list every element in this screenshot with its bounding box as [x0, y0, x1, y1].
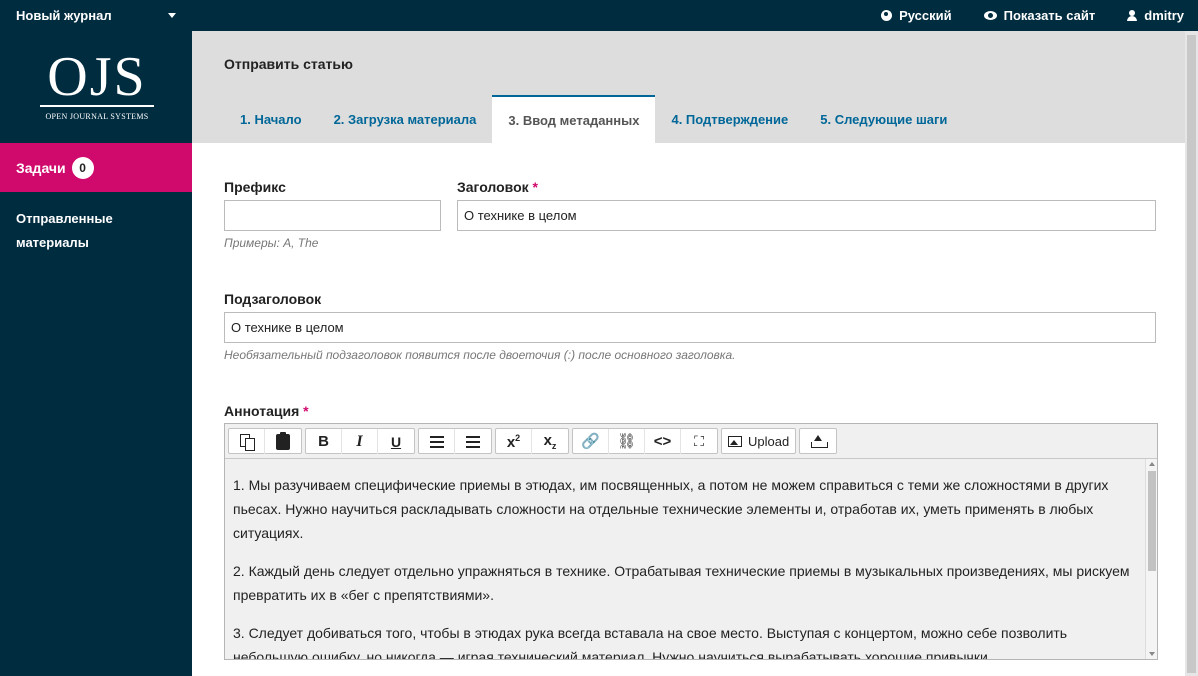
journal-name[interactable]: Новый журнал	[16, 8, 112, 23]
tab-metadata[interactable]: 3. Ввод метаданных	[492, 95, 656, 143]
underline-button[interactable]: U	[378, 429, 414, 454]
metadata-form: Префикс Примеры: A, The Заголовок * О те…	[192, 143, 1185, 676]
upload-image-button[interactable]: Upload	[722, 429, 795, 454]
subtitle-input[interactable]: О технике в целом	[224, 312, 1156, 343]
globe-icon	[881, 10, 893, 21]
user-menu[interactable]: dmitry	[1127, 8, 1184, 23]
upload-file-button[interactable]	[800, 429, 836, 454]
journal-switcher[interactable]: Новый журнал	[16, 8, 176, 23]
subscript-icon: xz	[543, 432, 557, 451]
bold-button[interactable]: B	[306, 429, 342, 454]
title-label: Заголовок	[457, 179, 529, 195]
link-button[interactable]: 🔗	[573, 429, 609, 454]
unlink-button[interactable]: ⛓	[609, 429, 645, 454]
page-scrollbar-thumb[interactable]	[1187, 35, 1196, 673]
user-icon	[1127, 10, 1138, 21]
scroll-down-icon[interactable]	[1149, 652, 1155, 656]
italic-button[interactable]: I	[342, 429, 378, 454]
editor-scrollbar-thumb[interactable]	[1148, 471, 1156, 571]
tab-start[interactable]: 1. Начало	[224, 95, 318, 143]
required-mark: *	[303, 403, 309, 419]
paste-icon	[276, 431, 290, 450]
bullet-list-button[interactable]	[419, 429, 455, 454]
copy-icon	[239, 433, 255, 451]
title-input[interactable]: О технике в целом	[457, 200, 1156, 231]
language-switcher[interactable]: Русский	[881, 8, 952, 23]
abstract-editor[interactable]: B I U x2 xz 🔗 ⛓ <> ⛶ Upload 1. Мы разучи…	[224, 423, 1158, 660]
paste-button[interactable]	[265, 429, 301, 454]
page-title: Отправить статью	[224, 56, 353, 72]
tasks-count-badge: 0	[71, 156, 94, 179]
subtitle-label: Подзаголовок	[224, 291, 322, 307]
link-icon: 🔗	[581, 433, 600, 450]
chevron-down-icon[interactable]	[168, 13, 176, 18]
tab-next-steps[interactable]: 5. Следующие шаги	[804, 95, 963, 143]
prefix-label: Префикс	[224, 179, 286, 195]
numbered-list-icon	[466, 435, 480, 448]
code-button[interactable]: <>	[645, 429, 681, 454]
editor-scrollbar[interactable]	[1145, 459, 1157, 659]
fullscreen-button[interactable]: ⛶	[681, 429, 717, 454]
upload-icon	[810, 435, 828, 448]
view-site-label[interactable]: Показать сайт	[1004, 8, 1096, 23]
tab-confirmation[interactable]: 4. Подтверждение	[655, 95, 804, 143]
required-mark: *	[532, 179, 538, 195]
superscript-icon: x2	[506, 432, 521, 451]
editor-content[interactable]: 1. Мы разучиваем специфические приемы в …	[225, 459, 1145, 659]
unlink-icon: ⛓	[616, 433, 637, 450]
abstract-label: Аннотация	[224, 403, 300, 419]
abstract-paragraph: 3. Следует добиваться того, чтобы в этюд…	[233, 625, 1068, 659]
abstract-paragraph: 2. Каждый день следует отдельно упражнят…	[233, 563, 1130, 603]
logo-subtitle: OPEN JOURNAL SYSTEMS	[45, 112, 149, 121]
abstract-label-row: Аннотация *	[224, 403, 309, 419]
fullscreen-icon: ⛶	[694, 433, 704, 449]
page-scrollbar[interactable]	[1185, 31, 1198, 676]
underline-icon: U	[390, 433, 402, 450]
numbered-list-button[interactable]	[455, 429, 491, 454]
image-icon	[728, 436, 742, 447]
italic-icon: I	[356, 432, 363, 450]
superscript-button[interactable]: x2	[496, 429, 532, 454]
tab-upload[interactable]: 2. Загрузка материала	[318, 95, 493, 143]
wizard-tabs: 1. Начало 2. Загрузка материала 3. Ввод …	[224, 95, 963, 143]
title-label-row: Заголовок *	[457, 179, 538, 195]
username[interactable]: dmitry	[1144, 8, 1184, 23]
subtitle-hint: Необязательный подзаголовок появится пос…	[224, 348, 736, 362]
eye-icon	[983, 11, 997, 20]
subscript-button[interactable]: xz	[532, 429, 568, 454]
logo-mark: OJS	[47, 46, 147, 108]
ojs-logo[interactable]: OJS OPEN JOURNAL SYSTEMS	[38, 49, 156, 121]
scroll-up-icon[interactable]	[1149, 462, 1155, 466]
upload-label[interactable]: Upload	[748, 434, 789, 449]
top-bar: Новый журнал Русский Показать сайт dmitr…	[0, 0, 1198, 31]
prefix-hint: Примеры: A, The	[224, 236, 319, 250]
code-icon: <>	[653, 433, 672, 450]
bullet-list-icon	[429, 435, 444, 448]
tasks-label[interactable]: Задачи	[16, 160, 66, 176]
language-label[interactable]: Русский	[899, 8, 952, 23]
sidebar-item-submissions[interactable]: Отправленные материалы	[16, 207, 166, 255]
copy-button[interactable]	[229, 429, 265, 454]
bold-icon: B	[318, 433, 329, 450]
prefix-input[interactable]	[224, 200, 441, 231]
view-site-link[interactable]: Показать сайт	[983, 8, 1096, 23]
abstract-paragraph: 1. Мы разучиваем специфические приемы в …	[233, 477, 1109, 541]
sidebar: OJS OPEN JOURNAL SYSTEMS Задачи 0 Отправ…	[0, 31, 192, 676]
editor-toolbar: B I U x2 xz 🔗 ⛓ <> ⛶ Upload	[225, 424, 1157, 459]
tasks-menu-item[interactable]: Задачи 0	[0, 143, 192, 192]
